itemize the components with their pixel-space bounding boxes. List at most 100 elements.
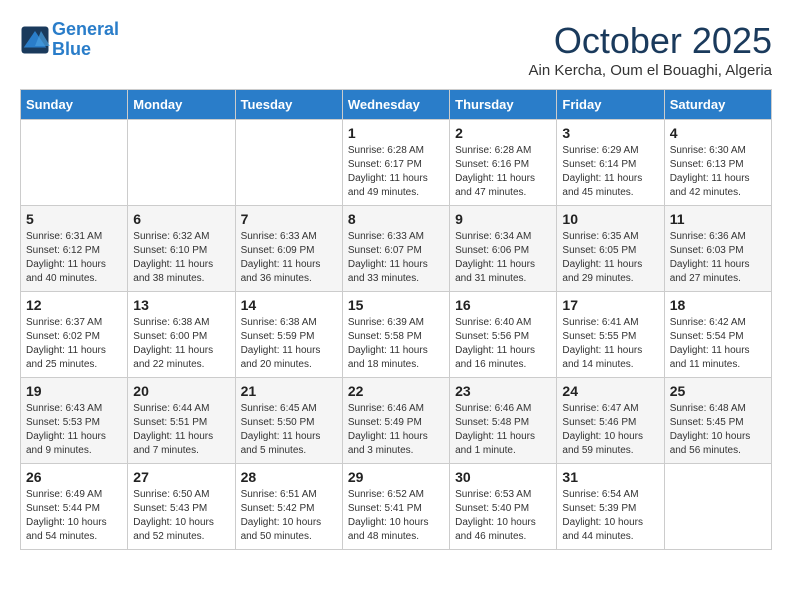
day-info: Sunrise: 6:44 AM Sunset: 5:51 PM Dayligh… (133, 402, 229, 458)
day-cell-28: 28 Sunrise: 6:51 AM Sunset: 5:42 PM Dayli… (235, 464, 342, 550)
day-cell-9: 9 Sunrise: 6:34 AM Sunset: 6:06 PM Daylig… (450, 206, 557, 292)
day-info: Sunrise: 6:41 AM Sunset: 5:55 PM Dayligh… (562, 316, 658, 372)
day-number: 13 (133, 297, 229, 313)
day-number: 23 (455, 383, 551, 399)
day-info: Sunrise: 6:36 AM Sunset: 6:03 PM Dayligh… (670, 230, 766, 286)
day-cell-27: 27Sunrise: 6:50 AM Sunset: 5:43 PM Dayli… (128, 464, 235, 550)
day-info: Sunrise: 6:38 AM Sunset: 5:59 PM Dayligh… (241, 316, 337, 372)
day-number: 27 (133, 469, 229, 485)
day-info: Sunrise: 6:53 AM Sunset: 5:40 PM Dayligh… (455, 488, 551, 544)
day-info: Sunrise: 6:49 AM Sunset: 5:44 PM Dayligh… (26, 488, 122, 544)
day-number: 31 (562, 469, 658, 485)
day-number: 2 (455, 125, 551, 141)
day-info: Sunrise: 6:46 AM Sunset: 5:49 PM Dayligh… (348, 402, 444, 458)
day-cell-16: 16 Sunrise: 6:40 AM Sunset: 5:56 PM Dayli… (450, 292, 557, 378)
day-info: Sunrise: 6:45 AM Sunset: 5:50 PM Dayligh… (241, 402, 337, 458)
day-cell-23: 23 Sunrise: 6:46 AM Sunset: 5:48 PM Dayli… (450, 378, 557, 464)
day-number: 29 (348, 469, 444, 485)
day-info: Sunrise: 6:51 AM Sunset: 5:42 PM Dayligh… (241, 488, 337, 544)
week-row-4: 26Sunrise: 6:49 AM Sunset: 5:44 PM Dayli… (21, 464, 772, 550)
col-header-sunday: Sunday (21, 90, 128, 120)
day-number: 14 (241, 297, 337, 313)
day-number: 4 (670, 125, 766, 141)
col-header-friday: Friday (557, 90, 664, 120)
day-cell-7: 7Sunrise: 6:33 AM Sunset: 6:09 PM Daylig… (235, 206, 342, 292)
day-info: Sunrise: 6:28 AM Sunset: 6:16 PM Dayligh… (455, 144, 551, 200)
day-info: Sunrise: 6:28 AM Sunset: 6:17 PM Dayligh… (348, 144, 444, 200)
calendar-header-row: SundayMondayTuesdayWednesdayThursdayFrid… (21, 90, 772, 120)
day-number: 16 (455, 297, 551, 313)
day-number: 17 (562, 297, 658, 313)
week-row-0: 1Sunrise: 6:28 AM Sunset: 6:17 PM Daylig… (21, 120, 772, 206)
day-info: Sunrise: 6:52 AM Sunset: 5:41 PM Dayligh… (348, 488, 444, 544)
day-cell-5: 5Sunrise: 6:31 AM Sunset: 6:12 PM Daylig… (21, 206, 128, 292)
empty-cell (128, 120, 235, 206)
col-header-monday: Monday (128, 90, 235, 120)
day-cell-4: 4 Sunrise: 6:30 AM Sunset: 6:13 PM Daylig… (664, 120, 771, 206)
day-cell-24: 24Sunrise: 6:47 AM Sunset: 5:46 PM Dayli… (557, 378, 664, 464)
day-number: 11 (670, 211, 766, 227)
week-row-3: 19 Sunrise: 6:43 AM Sunset: 5:53 PM Dayli… (21, 378, 772, 464)
title-block: October 2025 Ain Kercha, Oum el Bouaghi,… (529, 20, 772, 79)
day-number: 3 (562, 125, 658, 141)
day-number: 10 (562, 211, 658, 227)
day-cell-20: 20 Sunrise: 6:44 AM Sunset: 5:51 PM Dayli… (128, 378, 235, 464)
day-number: 18 (670, 297, 766, 313)
day-cell-11: 11 Sunrise: 6:36 AM Sunset: 6:03 PM Dayli… (664, 206, 771, 292)
logo: General Blue (20, 20, 119, 60)
logo-general: General (52, 19, 119, 39)
day-info: Sunrise: 6:35 AM Sunset: 6:05 PM Dayligh… (562, 230, 658, 286)
day-info: Sunrise: 6:46 AM Sunset: 5:48 PM Dayligh… (455, 402, 551, 458)
day-number: 12 (26, 297, 122, 313)
day-cell-22: 22 Sunrise: 6:46 AM Sunset: 5:49 PM Dayli… (342, 378, 449, 464)
day-number: 9 (455, 211, 551, 227)
empty-cell (664, 464, 771, 550)
day-info: Sunrise: 6:48 AM Sunset: 5:45 PM Dayligh… (670, 402, 766, 458)
day-cell-19: 19 Sunrise: 6:43 AM Sunset: 5:53 PM Dayli… (21, 378, 128, 464)
day-cell-8: 8 Sunrise: 6:33 AM Sunset: 6:07 PM Daylig… (342, 206, 449, 292)
day-number: 21 (241, 383, 337, 399)
day-number: 25 (670, 383, 766, 399)
day-cell-30: 30Sunrise: 6:53 AM Sunset: 5:40 PM Dayli… (450, 464, 557, 550)
day-number: 20 (133, 383, 229, 399)
day-number: 22 (348, 383, 444, 399)
day-number: 5 (26, 211, 122, 227)
day-cell-15: 15 Sunrise: 6:39 AM Sunset: 5:58 PM Dayli… (342, 292, 449, 378)
logo-blue: Blue (52, 39, 91, 59)
col-header-saturday: Saturday (664, 90, 771, 120)
day-info: Sunrise: 6:54 AM Sunset: 5:39 PM Dayligh… (562, 488, 658, 544)
col-header-thursday: Thursday (450, 90, 557, 120)
day-cell-18: 18Sunrise: 6:42 AM Sunset: 5:54 PM Dayli… (664, 292, 771, 378)
day-info: Sunrise: 6:33 AM Sunset: 6:07 PM Dayligh… (348, 230, 444, 286)
day-info: Sunrise: 6:39 AM Sunset: 5:58 PM Dayligh… (348, 316, 444, 372)
day-info: Sunrise: 6:30 AM Sunset: 6:13 PM Dayligh… (670, 144, 766, 200)
day-number: 15 (348, 297, 444, 313)
day-number: 24 (562, 383, 658, 399)
day-number: 7 (241, 211, 337, 227)
calendar-table: SundayMondayTuesdayWednesdayThursdayFrid… (20, 89, 772, 550)
day-number: 19 (26, 383, 122, 399)
day-cell-26: 26Sunrise: 6:49 AM Sunset: 5:44 PM Dayli… (21, 464, 128, 550)
week-row-1: 5Sunrise: 6:31 AM Sunset: 6:12 PM Daylig… (21, 206, 772, 292)
day-info: Sunrise: 6:37 AM Sunset: 6:02 PM Dayligh… (26, 316, 122, 372)
day-cell-1: 1Sunrise: 6:28 AM Sunset: 6:17 PM Daylig… (342, 120, 449, 206)
day-cell-2: 2 Sunrise: 6:28 AM Sunset: 6:16 PM Daylig… (450, 120, 557, 206)
day-cell-17: 17 Sunrise: 6:41 AM Sunset: 5:55 PM Dayli… (557, 292, 664, 378)
day-cell-3: 3 Sunrise: 6:29 AM Sunset: 6:14 PM Daylig… (557, 120, 664, 206)
month-title: October 2025 (529, 20, 772, 62)
day-cell-29: 29 Sunrise: 6:52 AM Sunset: 5:41 PM Dayli… (342, 464, 449, 550)
day-number: 28 (241, 469, 337, 485)
day-info: Sunrise: 6:38 AM Sunset: 6:00 PM Dayligh… (133, 316, 229, 372)
day-cell-14: 14 Sunrise: 6:38 AM Sunset: 5:59 PM Dayli… (235, 292, 342, 378)
day-info: Sunrise: 6:34 AM Sunset: 6:06 PM Dayligh… (455, 230, 551, 286)
empty-cell (235, 120, 342, 206)
location: Ain Kercha, Oum el Bouaghi, Algeria (529, 62, 772, 79)
day-cell-6: 6Sunrise: 6:32 AM Sunset: 6:10 PM Daylig… (128, 206, 235, 292)
day-info: Sunrise: 6:40 AM Sunset: 5:56 PM Dayligh… (455, 316, 551, 372)
day-number: 8 (348, 211, 444, 227)
day-info: Sunrise: 6:29 AM Sunset: 6:14 PM Dayligh… (562, 144, 658, 200)
logo-icon (20, 25, 50, 55)
day-cell-12: 12 Sunrise: 6:37 AM Sunset: 6:02 PM Dayli… (21, 292, 128, 378)
day-info: Sunrise: 6:43 AM Sunset: 5:53 PM Dayligh… (26, 402, 122, 458)
day-cell-21: 21 Sunrise: 6:45 AM Sunset: 5:50 PM Dayli… (235, 378, 342, 464)
